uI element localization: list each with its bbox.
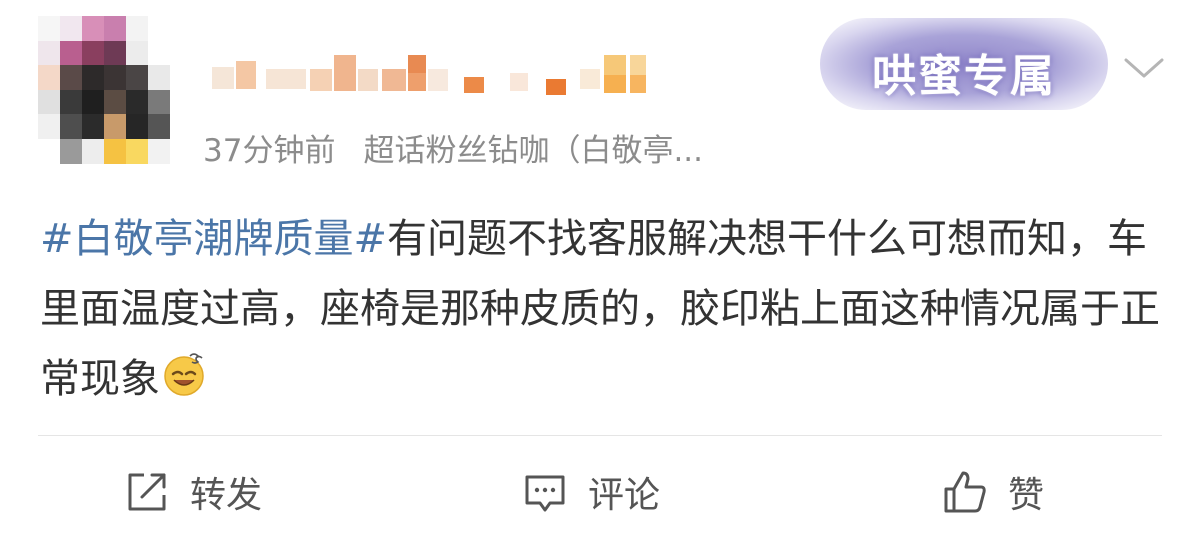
repost-label: 转发 bbox=[190, 475, 263, 516]
topic-link[interactable]: #白敬亭潮牌质量# bbox=[40, 216, 387, 262]
repost-button[interactable]: 转发 bbox=[122, 462, 262, 522]
comment-icon bbox=[525, 475, 565, 512]
comment-label: 评论 bbox=[588, 475, 661, 516]
divider bbox=[38, 435, 1162, 436]
like-button[interactable]: 赞 bbox=[940, 462, 1044, 522]
repost-icon bbox=[128, 473, 166, 511]
avatar[interactable] bbox=[38, 16, 170, 164]
dizzy-smile-emoji-icon bbox=[164, 353, 204, 396]
post-time: 37分钟前 bbox=[203, 133, 336, 169]
username-blurred[interactable] bbox=[206, 55, 646, 95]
fan-badge-label: 哄蜜专属 bbox=[872, 51, 1056, 102]
fan-badge[interactable]: 哄蜜专属 bbox=[820, 18, 1108, 110]
chevron-down-icon[interactable] bbox=[1120, 48, 1168, 88]
comment-button[interactable]: 评论 bbox=[520, 462, 660, 522]
post-meta: 37分钟前 超话粉丝钻咖（白敬亭... bbox=[203, 125, 703, 170]
post-source[interactable]: 超话粉丝钻咖（白敬亭... bbox=[363, 133, 703, 169]
thumbs-up-icon bbox=[944, 471, 986, 513]
post-body: #白敬亭潮牌质量#有问题不找客服解决想干什么可想而知，车里面温度过高，座椅是那种… bbox=[40, 204, 1160, 414]
like-label: 赞 bbox=[1008, 475, 1045, 516]
